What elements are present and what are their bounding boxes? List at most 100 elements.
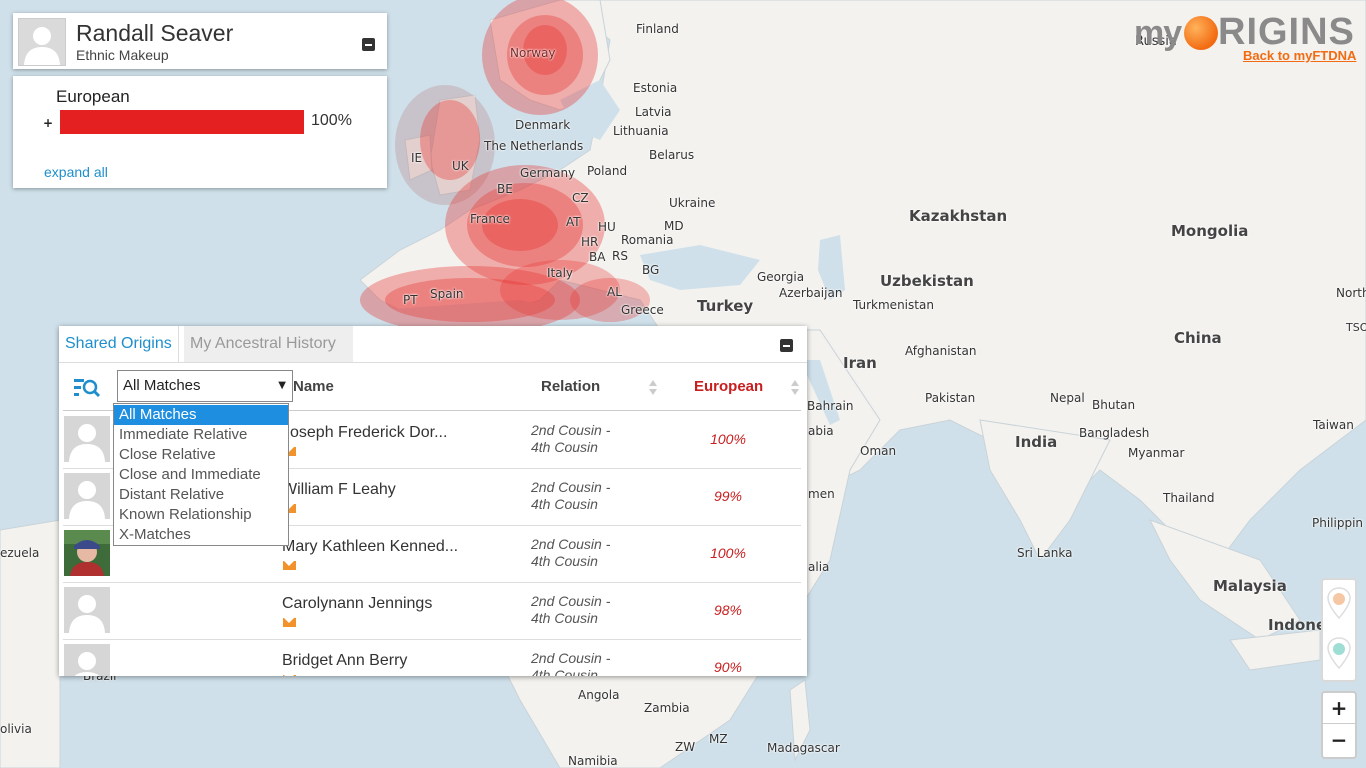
map-label: Nepal <box>1050 391 1085 405</box>
expand-plus-icon[interactable]: + <box>43 116 53 130</box>
column-header-european[interactable]: European <box>694 378 763 395</box>
dropdown-option[interactable]: Close Relative <box>114 445 288 465</box>
profile-name: Randall Seaver <box>76 20 234 46</box>
map-label: Afghanistan <box>905 344 977 358</box>
dropdown-option[interactable]: Distant Relative <box>114 485 288 505</box>
map-label: abia <box>808 424 834 438</box>
orange-pin-icon[interactable] <box>1323 580 1355 630</box>
map-label: Malaysia <box>1213 577 1287 595</box>
zoom-controls: + − <box>1321 691 1357 759</box>
map-label: Bahrain <box>807 399 854 413</box>
map-label: BE <box>497 182 513 196</box>
map-label: HR <box>581 235 599 249</box>
map-label: alia <box>808 560 830 574</box>
mail-icon[interactable] <box>283 675 296 676</box>
dropdown-option[interactable]: Known Relationship <box>114 505 288 525</box>
mail-icon[interactable] <box>283 618 296 627</box>
column-header-name[interactable]: Name <box>293 378 334 395</box>
map-label: Azerbaijan <box>779 286 843 300</box>
relation-line: 2nd Cousin - <box>531 479 611 495</box>
dropdown-option[interactable]: Immediate Relative <box>114 425 288 445</box>
avatar <box>64 416 110 462</box>
map-label: Bangladesh <box>1079 426 1150 440</box>
map-label: BG <box>642 263 660 277</box>
match-filter-dropdown: All Matches Immediate Relative Close Rel… <box>113 403 289 546</box>
sort-icon[interactable] <box>791 380 799 396</box>
ethnicity-bar <box>60 110 304 134</box>
back-to-myftdna-link[interactable]: Back to myFTDNA <box>1243 48 1356 63</box>
map-label: Lithuania <box>613 124 669 138</box>
minimize-icon[interactable] <box>362 38 375 51</box>
map-label: India <box>1015 433 1058 451</box>
map-label: Namibia <box>568 754 618 768</box>
sort-icon[interactable] <box>649 380 657 396</box>
minimize-icon[interactable] <box>780 339 793 352</box>
map-label: Latvia <box>635 105 672 119</box>
match-name[interactable]: William F Leahy <box>282 481 396 499</box>
tab-shared-origins[interactable]: Shared Origins <box>59 326 179 362</box>
map-label: Turkey <box>697 297 754 315</box>
map-label: Kazakhstan <box>909 207 1008 225</box>
map-label: China <box>1174 329 1222 347</box>
match-relation: 2nd Cousin -4th Cousin <box>531 593 610 627</box>
match-relation: 2nd Cousin -4th Cousin <box>531 650 610 676</box>
filter-search-icon[interactable] <box>73 376 101 400</box>
map-label: Norway <box>510 46 556 60</box>
relation-line: 2nd Cousin - <box>531 422 611 438</box>
profile-subtitle: Ethnic Makeup <box>76 47 169 63</box>
map-label: PT <box>403 293 418 307</box>
avatar <box>64 644 110 676</box>
zoom-out-button[interactable]: − <box>1323 725 1355 755</box>
relation-line: 4th Cousin <box>531 496 598 512</box>
map-label: Thailand <box>1163 491 1215 505</box>
table-row[interactable]: Carolynann Jennings 2nd Cousin -4th Cous… <box>63 582 801 640</box>
map-label: olivia <box>0 722 32 736</box>
relation-line: 4th Cousin <box>531 553 598 569</box>
map-label: IE <box>411 151 423 165</box>
match-relation: 2nd Cousin -4th Cousin <box>531 479 610 513</box>
map-label: CZ <box>572 191 589 205</box>
match-name[interactable]: Carolynann Jennings <box>282 595 432 613</box>
map-label: AT <box>566 215 581 229</box>
teal-pin-icon[interactable] <box>1323 630 1355 680</box>
match-percent: 90% <box>713 659 743 675</box>
map-label: Spain <box>430 287 464 301</box>
zoom-in-button[interactable]: + <box>1323 693 1355 724</box>
dropdown-option[interactable]: X-Matches <box>114 525 288 545</box>
match-name[interactable]: Bridget Ann Berry <box>282 652 407 670</box>
map-label: Sri Lanka <box>1017 546 1073 560</box>
map-label: MD <box>664 219 684 233</box>
dropdown-option[interactable]: All Matches <box>114 405 288 425</box>
map-label: ezuela <box>0 546 40 560</box>
match-name[interactable]: Mary Kathleen Kenned... <box>282 538 458 556</box>
relation-line: 2nd Cousin - <box>531 650 611 666</box>
mail-icon[interactable] <box>283 561 296 570</box>
tab-my-ancestral-history[interactable]: My Ancestral History <box>184 326 353 362</box>
column-header-relation[interactable]: Relation <box>541 378 600 395</box>
match-percent: 100% <box>710 545 746 561</box>
match-filter-select[interactable]: All Matches ▼ <box>117 370 293 402</box>
map-label: TSOU <box>1346 321 1366 334</box>
map-label: Estonia <box>633 81 678 95</box>
ethnicity-percent: 100% <box>311 112 352 129</box>
map-label: Italy <box>547 266 574 280</box>
map-label: ZW <box>675 740 696 754</box>
map-label: North <box>1336 286 1366 300</box>
tab-bar: Shared Origins My Ancestral History <box>59 326 807 363</box>
profile-card: Randall Seaver Ethnic Makeup <box>13 13 387 69</box>
relation-line: 4th Cousin <box>531 667 598 676</box>
relation-line: 4th Cousin <box>531 610 598 626</box>
expand-all-link[interactable]: expand all <box>44 164 108 180</box>
map-label: Georgia <box>757 270 805 284</box>
match-relation: 2nd Cousin -4th Cousin <box>531 536 610 570</box>
map-label: Ukraine <box>669 196 716 210</box>
match-percent: 98% <box>713 602 743 618</box>
map-label: Bhutan <box>1092 398 1136 412</box>
match-name[interactable]: Joseph Frederick Dor... <box>282 424 447 442</box>
map-label: Madagascar <box>767 741 840 755</box>
logo-my: my <box>1134 14 1182 52</box>
table-row[interactable]: Bridget Ann Berry 2nd Cousin -4th Cousin… <box>63 639 801 676</box>
map-layer-controls <box>1321 578 1357 682</box>
dropdown-option[interactable]: Close and Immediate <box>114 465 288 485</box>
chevron-down-icon: ▼ <box>278 380 286 391</box>
